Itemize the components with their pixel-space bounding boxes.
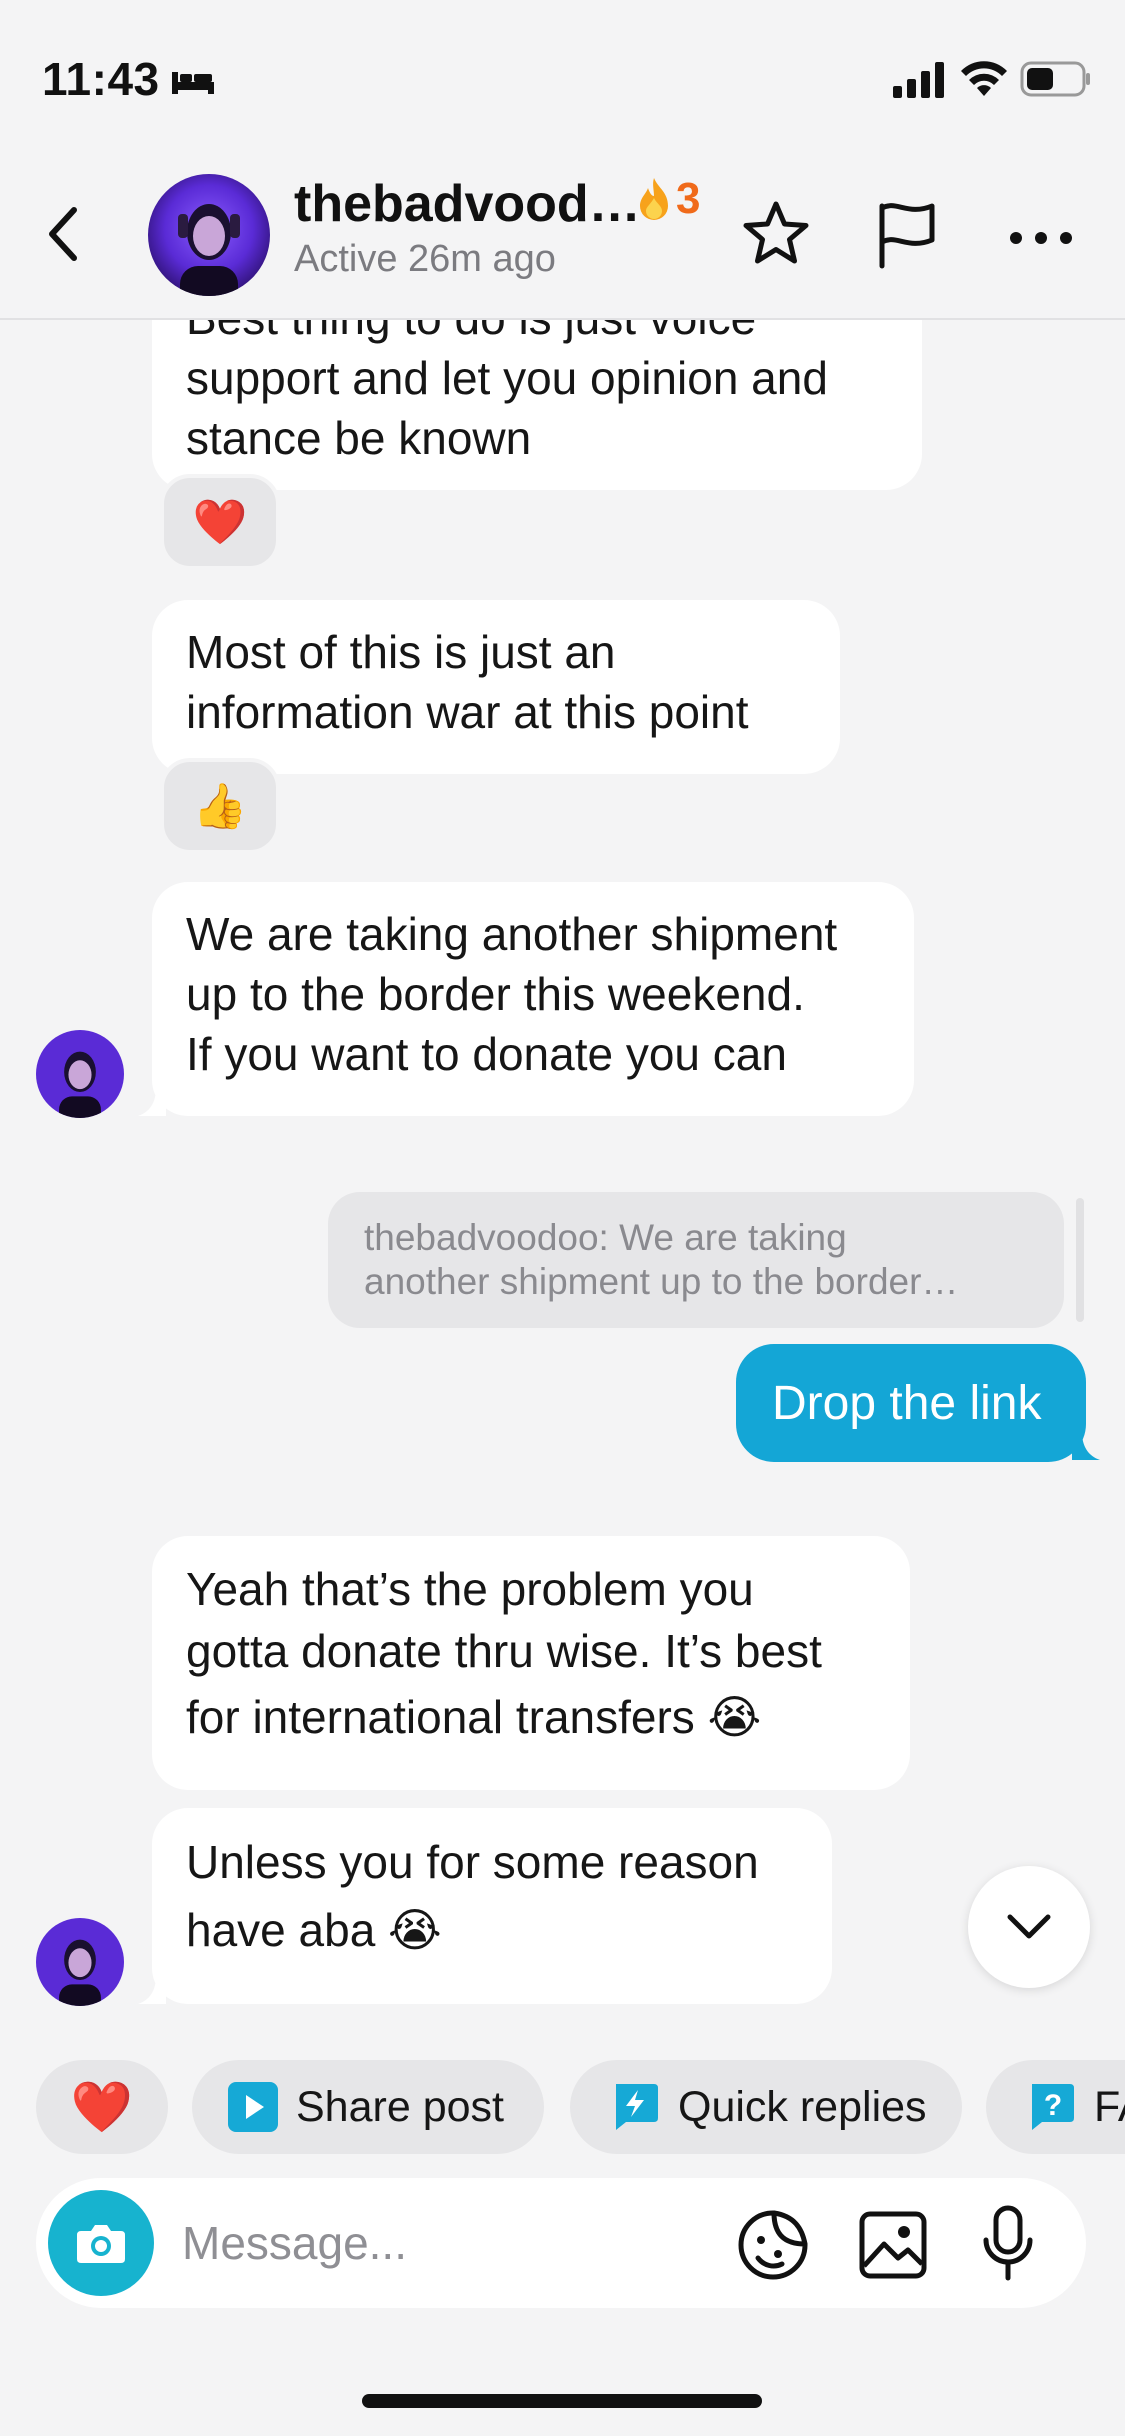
reply-preview-line: another shipment up to the border… [364, 1261, 959, 1302]
message-bubble[interactable]: Most of this is just an information war … [152, 600, 840, 774]
play-icon [228, 2082, 278, 2132]
message-bubble[interactable]: We are taking another shipment up to the… [152, 882, 914, 1116]
star-icon[interactable] [740, 198, 812, 270]
message-line: up to the border this weekend. [186, 968, 805, 1020]
sticker-icon[interactable] [736, 2208, 810, 2282]
mic-icon[interactable] [978, 2204, 1038, 2284]
lightning-icon [616, 2084, 658, 2130]
back-icon[interactable] [42, 204, 86, 264]
message-line: If you want to donate you can [186, 1028, 787, 1080]
message-line: gotta donate thru wise. It’s best [186, 1625, 822, 1677]
sent-message-bubble[interactable]: Drop the link [736, 1344, 1086, 1462]
reply-indicator-bar [1076, 1198, 1084, 1322]
streak-count: 3 [676, 174, 701, 223]
more-icon[interactable] [1008, 230, 1074, 246]
image-icon[interactable] [858, 2210, 928, 2280]
contact-name[interactable]: thebadvood… [294, 174, 641, 234]
reply-preview-line: thebadvoodoo: We are taking [364, 1217, 847, 1258]
scroll-to-bottom-button[interactable] [968, 1866, 1090, 1988]
chevron-down-icon [1007, 1914, 1051, 1939]
question-icon: ? [1032, 2084, 1074, 2130]
status-time: 11:43 [42, 53, 160, 105]
message-line: information war at this point [186, 686, 749, 738]
message-line: Most of this is just an [186, 626, 616, 678]
flag-icon[interactable] [872, 198, 942, 270]
active-status: Active 26m ago [294, 238, 556, 280]
contact-avatar-small[interactable] [36, 1030, 124, 1118]
contact-avatar-small[interactable] [36, 1918, 124, 2006]
chat-header: thebadvood… 3 Active 26m ago [0, 150, 1125, 320]
status-bar: 11:43 [0, 0, 1125, 150]
reply-preview[interactable]: thebadvoodoo: We are taking another ship… [328, 1192, 1064, 1328]
message-bubble[interactable]: Best thing to do is just voice support a… [152, 318, 922, 490]
share-post-button[interactable]: Share post [192, 2060, 544, 2154]
quick-actions-row: ❤️ Share post Quick replies ? FAQ [36, 2060, 1125, 2156]
faq-label: FAQ [1094, 2082, 1125, 2131]
message-line: We are taking another shipment [186, 908, 838, 960]
heart-icon: ❤️ [70, 2078, 134, 2135]
message-line: for international transfers 😭 [186, 1691, 762, 1743]
message-bubble[interactable]: Unless you for some reason have aba 😭 [152, 1808, 832, 2004]
quick-replies-button[interactable]: Quick replies [570, 2060, 962, 2154]
signal-icon [893, 62, 944, 98]
svg-text:?: ? [1044, 2089, 1062, 2122]
message-line: have aba 😭 [186, 1904, 442, 1956]
message-list[interactable]: Best thing to do is just voice support a… [0, 318, 1125, 2018]
message-line: Yeah that’s the problem you [186, 1563, 754, 1615]
camera-icon [77, 2225, 125, 2263]
message-composer [36, 2178, 1086, 2308]
thumbs-up-reaction[interactable]: 👍 [160, 758, 280, 854]
bubble-tail [138, 1088, 166, 1116]
heart-reaction[interactable]: ❤️ [160, 474, 280, 570]
camera-button[interactable] [48, 2190, 154, 2296]
flame-icon [640, 178, 668, 220]
message-line: support and let you opinion and [186, 352, 828, 404]
quick-replies-label: Quick replies [678, 2082, 927, 2131]
message-line: Unless you for some reason [186, 1836, 759, 1888]
battery-icon [1020, 61, 1090, 97]
message-line: stance be known [186, 412, 532, 464]
streak-badge: 3 [636, 174, 700, 224]
dm-screen: 11:43 thebadvood… 3 Active 26m ago Best … [0, 0, 1125, 2436]
wifi-icon [961, 61, 1007, 96]
bubble-tail [138, 1976, 166, 2004]
message-bubble[interactable]: Yeah that’s the problem you gotta donate… [152, 1536, 910, 1790]
bed-icon [172, 72, 214, 94]
faq-button[interactable]: ? FAQ [986, 2060, 1125, 2154]
home-indicator[interactable] [362, 2394, 762, 2408]
heart-quick-button[interactable]: ❤️ [36, 2060, 168, 2154]
message-input[interactable] [182, 2212, 682, 2274]
contact-avatar[interactable] [148, 174, 270, 296]
bubble-tail [1072, 1432, 1100, 1460]
share-post-label: Share post [296, 2082, 504, 2131]
message-line: Best thing to do is just voice [186, 318, 757, 344]
